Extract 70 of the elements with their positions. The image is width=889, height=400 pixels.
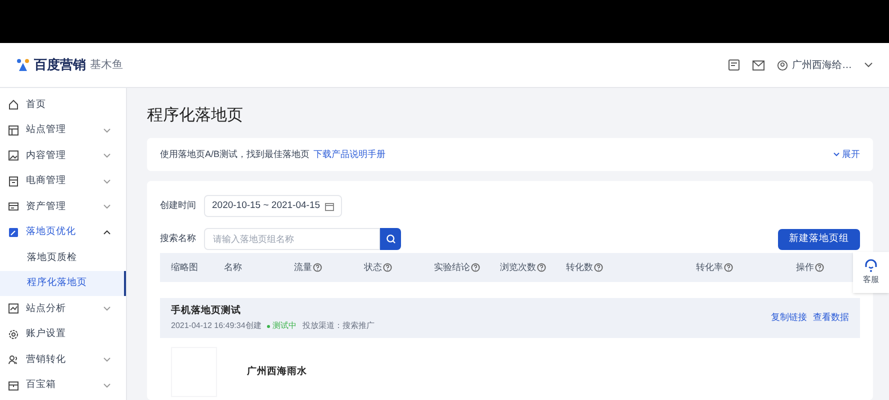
help-icon[interactable] xyxy=(594,263,603,272)
search-icon xyxy=(386,234,396,244)
page-name: 广州西海雨水 xyxy=(247,365,307,379)
sidebar-item[interactable]: 账户设置 xyxy=(26,327,66,342)
sidebar-item[interactable]: 营销转化 xyxy=(26,352,66,367)
status-text: 测试中 xyxy=(272,320,296,332)
sidebar-item[interactable]: 站点管理 xyxy=(26,123,66,138)
chevron-down-icon xyxy=(833,152,840,157)
action-link[interactable]: 查看数据 xyxy=(813,311,849,325)
group-name: 手机落地页测试 xyxy=(171,304,242,318)
logo-icon xyxy=(16,58,30,72)
edit-icon xyxy=(8,226,19,238)
product-name: 基木鱼 xyxy=(90,58,123,73)
user-icon xyxy=(777,60,788,70)
sidebar-item[interactable]: 电商管理 xyxy=(26,174,66,188)
notice-text: 使用落地页A/B测试，找到最佳落地页 xyxy=(160,148,310,161)
date-label: 创建时间 xyxy=(160,199,197,212)
account-name[interactable]: 广州西海给… xyxy=(792,58,852,72)
help-icon[interactable] xyxy=(724,263,733,272)
column-header: 状态 xyxy=(364,260,382,274)
chevron-down-icon[interactable] xyxy=(864,62,873,68)
sidebar-item[interactable]: 百宝箱 xyxy=(26,378,56,392)
store-icon xyxy=(8,176,19,187)
brand-logo-text: 百度营销 xyxy=(34,56,86,74)
sidebar-item[interactable]: 首页 xyxy=(26,98,46,112)
column-header: 浏览次数 xyxy=(500,260,536,274)
created-time: 2021-04-12 16:49:34创建 xyxy=(171,320,262,332)
column-header: 实验结论 xyxy=(434,260,470,274)
notes-icon[interactable] xyxy=(728,59,740,71)
new-group-button[interactable]: 新建落地页组 xyxy=(778,228,860,250)
mail-icon[interactable] xyxy=(752,60,765,70)
box-icon xyxy=(8,380,19,391)
column-header: 转化率 xyxy=(696,260,723,274)
headset-icon xyxy=(864,259,878,272)
layout-icon xyxy=(8,124,19,136)
help-icon[interactable] xyxy=(313,263,322,272)
search-button[interactable] xyxy=(380,228,401,250)
expand-toggle[interactable]: 展开 xyxy=(833,148,860,162)
column-header: 流量 xyxy=(294,260,312,274)
help-icon[interactable] xyxy=(815,263,824,272)
page-title: 程序化落地页 xyxy=(147,106,244,126)
column-header: 名称 xyxy=(224,260,242,274)
card-icon xyxy=(8,201,19,212)
sidebar-subitem[interactable]: 程序化落地页 xyxy=(0,270,126,296)
action-link[interactable]: 复制链接 xyxy=(771,311,807,325)
channel-text: 投放渠道：搜索推广 xyxy=(302,320,374,332)
sidebar-item[interactable]: 内容管理 xyxy=(26,148,66,163)
search-label: 搜索名称 xyxy=(160,232,197,246)
sidebar-item[interactable]: 站点分析 xyxy=(26,302,66,316)
chevron-up-icon[interactable] xyxy=(103,230,111,235)
people-icon xyxy=(8,354,19,366)
date-range-field[interactable]: 2020-10-15 ~ 2021-04-15 xyxy=(204,195,342,217)
column-header: 操作 xyxy=(796,260,814,274)
calendar-icon xyxy=(325,202,334,210)
sidebar-item[interactable]: 落地页优化 xyxy=(26,225,76,240)
column-header: 转化数 xyxy=(566,260,593,274)
help-icon[interactable] xyxy=(471,263,480,272)
help-icon[interactable] xyxy=(383,263,392,272)
customer-service-label: 客服 xyxy=(863,274,879,286)
sidebar-subitem[interactable]: 落地页质检 xyxy=(0,245,126,270)
sidebar-item[interactable]: 资产管理 xyxy=(26,200,66,214)
manual-link[interactable]: 下载产品说明手册 xyxy=(314,148,386,162)
image-icon xyxy=(8,150,19,162)
column-header: 缩略图 xyxy=(171,260,198,274)
settings-icon xyxy=(8,328,19,340)
home-icon xyxy=(8,99,19,110)
customer-service-widget[interactable]: 客服 xyxy=(853,252,889,293)
chart-icon xyxy=(8,303,19,314)
help-icon[interactable] xyxy=(537,263,546,272)
search-field[interactable]: 请输入落地页组名称 xyxy=(204,228,380,250)
